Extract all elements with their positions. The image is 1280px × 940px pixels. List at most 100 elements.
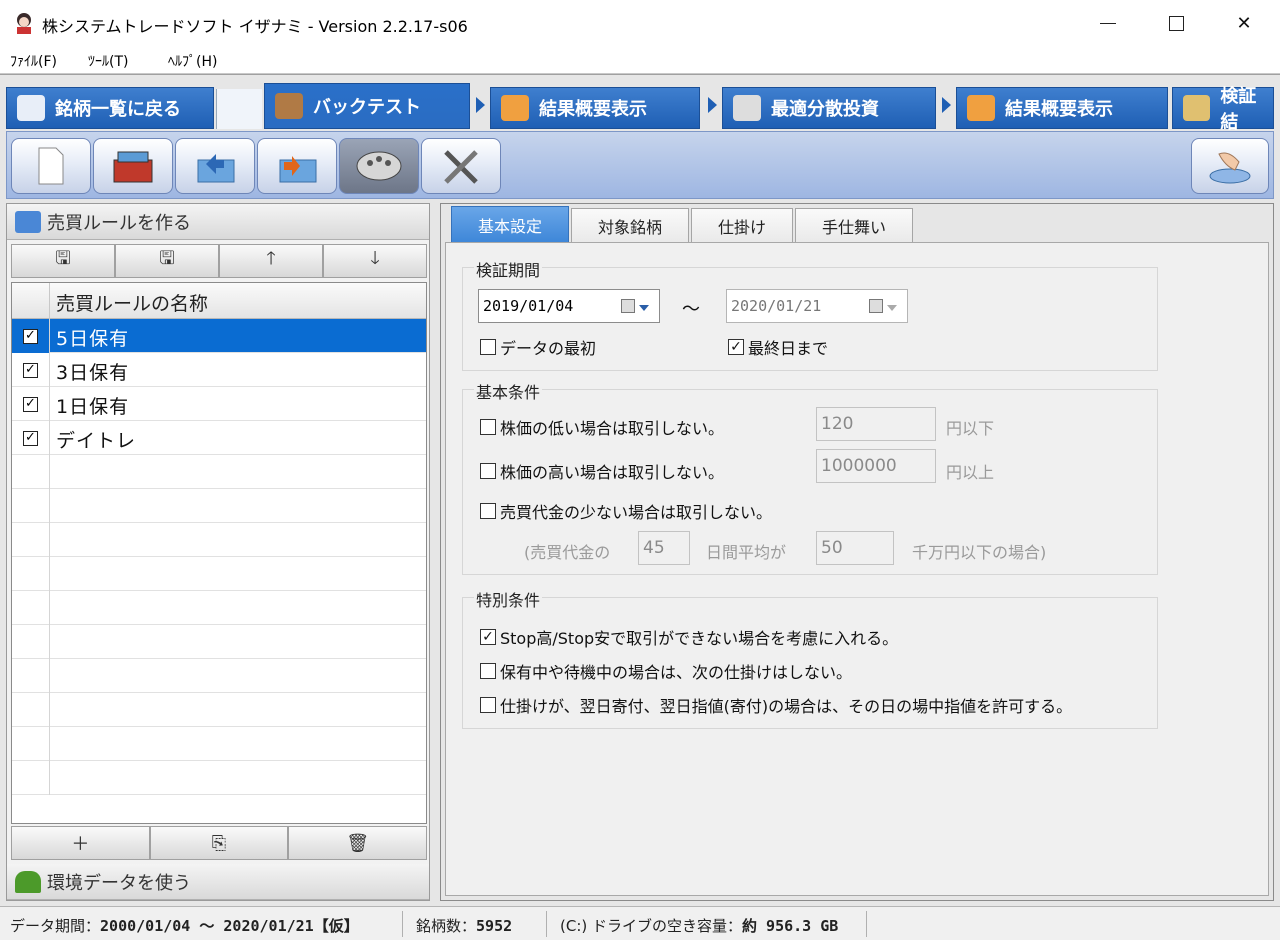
tools-icon (444, 150, 478, 184)
minimize-button[interactable] (1075, 0, 1141, 46)
row-checkbox-cell[interactable]: ✓ (12, 387, 50, 421)
palette-button[interactable] (339, 138, 419, 194)
volume-days-input[interactable]: 45 (638, 531, 690, 565)
stock-count-value: 5952 (476, 917, 513, 935)
stop-limit-label: Stop高/Stop安で取引ができない場合を考慮に入れる。 (500, 629, 899, 648)
row-checkbox-cell (12, 455, 50, 489)
tab-back-to-list[interactable]: 銘柄一覧に戻る (6, 87, 214, 129)
tab-separator (216, 89, 262, 129)
settings-tools-button[interactable] (421, 138, 501, 194)
open-toolbox-icon (113, 151, 153, 183)
start-date-picker[interactable]: 2019/01/04 (478, 289, 660, 323)
table-row[interactable] (12, 489, 426, 523)
status-divider (866, 911, 867, 937)
maximize-button[interactable] (1143, 0, 1209, 46)
end-date-value: 2020/01/21 (731, 297, 822, 315)
grid-header-checkbox-col (12, 283, 50, 319)
touch-button-icon (1209, 152, 1251, 184)
settings-tabs: 基本設定 対象銘柄 仕掛け 手仕舞い (451, 206, 915, 244)
basic-conditions-label: 基本条件 (474, 379, 543, 403)
rule-panel: 売買ルールを作る 🖫 🖫 🡑 🡓 売買ルールの名称 ✓ 5日保有 ✓ 3日保有 ✓ 1日保… (6, 203, 430, 901)
save-rule-button[interactable]: 🖫 (11, 244, 115, 278)
checkbox-box (480, 503, 496, 519)
make-rule-header[interactable]: 売買ルールを作る (7, 204, 429, 240)
table-row[interactable] (12, 761, 426, 795)
move-down-button[interactable]: 🡓 (323, 244, 427, 278)
menu-tools[interactable]: ﾂｰﾙ(T) (88, 51, 128, 71)
from-start-checkbox[interactable]: データの最初 (480, 335, 596, 359)
table-row[interactable] (12, 523, 426, 557)
data-period-label: データ期間： (10, 917, 101, 935)
save-as-rule-button[interactable]: 🖫 (115, 244, 219, 278)
row-checkbox-cell (12, 557, 50, 591)
environment-data-header[interactable]: 環境データを使う (7, 864, 429, 900)
tab-basic-settings[interactable]: 基本設定 (451, 206, 570, 244)
bag-icon (275, 93, 303, 119)
row-checkbox-cell (12, 727, 50, 761)
checkbox-box (480, 419, 496, 435)
table-row[interactable]: ✓ 3日保有 (12, 353, 426, 387)
volume-value-input[interactable]: 50 (816, 531, 894, 565)
tab-verification[interactable]: 検証結 (1172, 86, 1274, 133)
low-volume-label: 売買代金の少ない場合は取引しない。 (500, 503, 773, 522)
tab-entry[interactable]: 仕掛け (691, 208, 794, 244)
no-entry-while-holding-label: 保有中や待機中の場合は、次の仕掛けはしない。 (500, 663, 853, 682)
export-button[interactable] (257, 138, 337, 194)
execute-button[interactable] (1191, 138, 1269, 194)
period-group-label: 検証期間 (474, 257, 543, 281)
low-price-input[interactable]: 120 (816, 407, 936, 441)
data-period-status: データ期間：2000/01/04 ～ 2020/01/21【仮】 (10, 915, 359, 936)
table-row[interactable] (12, 727, 426, 761)
tab-exit[interactable]: 手仕舞い (795, 208, 914, 244)
table-row[interactable]: ✓ 5日保有 (12, 319, 426, 353)
allow-intraday-limit-label: 仕掛けが、翌日寄付、翌日指値(寄付)の場合は、その日の場中指値を許可する。 (500, 697, 1073, 716)
new-document-icon (38, 147, 64, 185)
check-icon: ✓ (23, 328, 38, 344)
low-price-checkbox[interactable]: 株価の低い場合は取引しない。 (480, 415, 724, 439)
row-checkbox-cell[interactable]: ✓ (12, 319, 50, 353)
table-row[interactable] (12, 625, 426, 659)
copy-rule-button[interactable]: ⎘ (149, 826, 289, 860)
stop-limit-checkbox[interactable]: ✓ Stop高/Stop安で取引ができない場合を考慮に入れる。 (480, 625, 898, 649)
table-row[interactable] (12, 455, 426, 489)
high-price-input[interactable]: 1000000 (816, 449, 936, 483)
row-checkbox-cell[interactable]: ✓ (12, 353, 50, 387)
toolbar (6, 131, 1274, 199)
table-row[interactable] (12, 693, 426, 727)
open-button[interactable] (93, 138, 173, 194)
move-up-button[interactable]: 🡑 (219, 244, 323, 278)
high-price-checkbox[interactable]: 株価の高い場合は取引しない。 (480, 459, 724, 483)
allow-intraday-limit-checkbox[interactable]: 仕掛けが、翌日寄付、翌日指値(寄付)の場合は、その日の場中指値を許可する。 (480, 693, 1072, 717)
to-end-checkbox[interactable]: ✓ 最終日まで (728, 335, 828, 359)
table-row[interactable] (12, 591, 426, 625)
calendar-icon (621, 299, 635, 313)
row-checkbox-cell[interactable]: ✓ (12, 421, 50, 455)
close-button[interactable]: ✕ (1211, 0, 1277, 46)
new-button[interactable] (11, 138, 91, 194)
no-entry-while-holding-checkbox[interactable]: 保有中や待機中の場合は、次の仕掛けはしない。 (480, 659, 852, 683)
low-volume-checkbox[interactable]: 売買代金の少ない場合は取引しない。 (480, 499, 772, 523)
delete-rule-button[interactable]: 🗑 (288, 826, 428, 860)
trash-icon: 🗑 (346, 832, 370, 854)
tab-backtest[interactable]: バックテスト (264, 83, 470, 129)
tab-optimal-distribution[interactable]: 最適分散投資 (722, 87, 936, 129)
calendar-icon (869, 299, 883, 313)
special-conditions-label: 特別条件 (474, 587, 543, 611)
menu-file[interactable]: ﾌｧｲﾙ(F) (10, 51, 57, 71)
tab-result-summary-2[interactable]: 結果概要表示 (956, 87, 1168, 129)
tab-target-stocks[interactable]: 対象銘柄 (571, 208, 690, 244)
table-row[interactable]: ✓ デイトレ (12, 421, 426, 455)
eye-icon (17, 95, 45, 121)
import-button[interactable] (175, 138, 255, 194)
tab-result-summary[interactable]: 結果概要表示 (490, 87, 700, 129)
row-checkbox-cell (12, 625, 50, 659)
arrow-right-icon (940, 95, 952, 115)
menu-help[interactable]: ﾍﾙﾌﾟ(H) (168, 51, 217, 71)
table-row[interactable] (12, 557, 426, 591)
end-date-picker[interactable]: 2020/01/21 (726, 289, 908, 323)
table-row[interactable]: ✓ 1日保有 (12, 387, 426, 421)
table-row[interactable] (12, 659, 426, 693)
add-rule-button[interactable]: ＋ (11, 826, 150, 860)
check-icon: ✓ (23, 430, 38, 446)
volume-suffix: 千万円以下の場合) (912, 543, 1047, 562)
